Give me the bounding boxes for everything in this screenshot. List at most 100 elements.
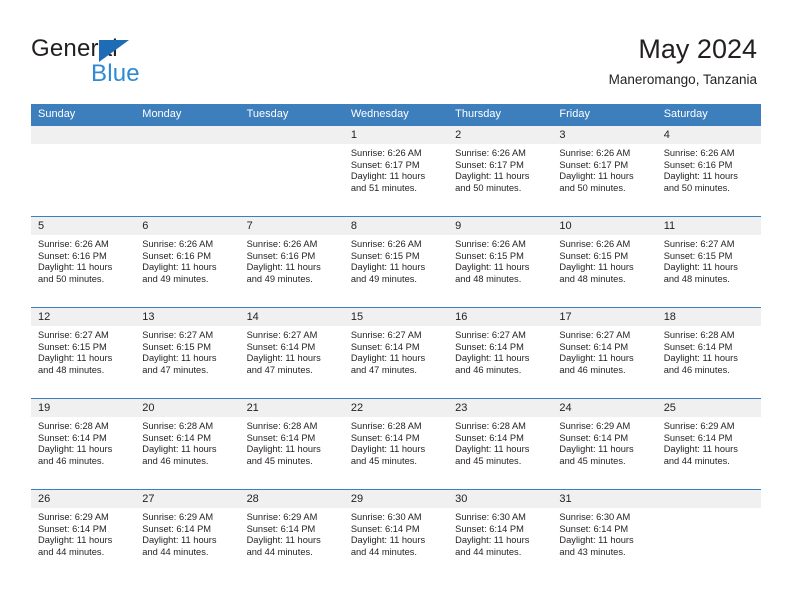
sunrise-line: Sunrise: 6:27 AM [38,330,109,340]
sunset-line: Sunset: 6:14 PM [350,432,420,443]
day-number[interactable]: 17 [552,308,656,326]
daylight-line-2: and 45 minutes. [246,455,313,466]
day-cell[interactable]: Sunrise: 6:29 AM Sunset: 6:14 PM Dayligh… [135,508,239,580]
day-cell[interactable]: Sunrise: 6:27 AM Sunset: 6:15 PM Dayligh… [135,326,239,398]
day-cell[interactable]: Sunrise: 6:27 AM Sunset: 6:14 PM Dayligh… [344,326,448,398]
day-number[interactable]: 31 [552,490,656,508]
day-number[interactable]: 12 [31,308,135,326]
day-cell[interactable]: Sunrise: 6:28 AM Sunset: 6:14 PM Dayligh… [657,326,761,398]
day-number[interactable]: 5 [31,217,135,235]
day-cell[interactable]: Sunrise: 6:26 AM Sunset: 6:15 PM Dayligh… [552,235,656,307]
sunset-line: Sunset: 6:14 PM [455,432,524,443]
day-cell[interactable]: Sunrise: 6:30 AM Sunset: 6:14 PM Dayligh… [552,508,656,580]
week-row: 12 13 14 15 16 17 18 Sunrise: 6:27 AM Su… [31,307,761,398]
sunset-line: Sunset: 6:14 PM [246,432,316,443]
day-number[interactable]: 27 [135,490,239,508]
day-number[interactable]: 8 [344,217,448,235]
daylight-line-2: and 44 minutes. [38,546,105,557]
day-number[interactable]: 1 [344,126,448,144]
day-cell[interactable]: Sunrise: 6:26 AM Sunset: 6:15 PM Dayligh… [448,235,552,307]
daylight-line-2: and 44 minutes. [350,546,417,557]
day-number[interactable]: 11 [657,217,761,235]
sunrise-line: Sunrise: 6:29 AM [142,512,214,522]
day-number[interactable]: 25 [657,399,761,417]
day-cell[interactable]: Sunrise: 6:28 AM Sunset: 6:14 PM Dayligh… [135,417,239,489]
day-cell[interactable]: Sunrise: 6:29 AM Sunset: 6:14 PM Dayligh… [552,417,656,489]
day-number[interactable]: 29 [344,490,448,508]
day-cell[interactable] [31,144,135,216]
day-cell[interactable]: Sunrise: 6:30 AM Sunset: 6:14 PM Dayligh… [448,508,552,580]
day-cell[interactable]: Sunrise: 6:26 AM Sunset: 6:16 PM Dayligh… [657,144,761,216]
day-cell[interactable] [240,144,344,216]
day-number[interactable]: 7 [240,217,344,235]
day-number[interactable]: 3 [552,126,656,144]
day-number[interactable]: 20 [135,399,239,417]
day-number[interactable]: 15 [344,308,448,326]
sunrise-line: Sunrise: 6:26 AM [559,239,631,249]
daylight-line-2: and 47 minutes. [142,364,209,375]
day-number[interactable]: 26 [31,490,135,508]
day-number[interactable]: 28 [240,490,344,508]
day-cell[interactable]: Sunrise: 6:27 AM Sunset: 6:15 PM Dayligh… [657,235,761,307]
day-cell[interactable]: Sunrise: 6:30 AM Sunset: 6:14 PM Dayligh… [344,508,448,580]
day-number[interactable]: 24 [552,399,656,417]
day-number[interactable] [657,490,761,508]
week-daynum-band: 1 2 3 4 [31,126,761,144]
daylight-line-2: and 48 minutes. [455,273,522,284]
day-cell[interactable]: Sunrise: 6:28 AM Sunset: 6:14 PM Dayligh… [240,417,344,489]
sunrise-line: Sunrise: 6:28 AM [350,421,422,431]
day-number[interactable]: 19 [31,399,135,417]
day-cell[interactable]: Sunrise: 6:26 AM Sunset: 6:17 PM Dayligh… [552,144,656,216]
daylight-line-2: and 50 minutes. [455,182,522,193]
day-number[interactable]: 30 [448,490,552,508]
day-number[interactable]: 9 [448,217,552,235]
sunset-line: Sunset: 6:14 PM [350,523,420,534]
daylight-line-2: and 51 minutes. [350,182,417,193]
day-number[interactable]: 21 [240,399,344,417]
day-cell[interactable]: Sunrise: 6:27 AM Sunset: 6:15 PM Dayligh… [31,326,135,398]
sunrise-line: Sunrise: 6:30 AM [350,512,422,522]
day-cell[interactable]: Sunrise: 6:28 AM Sunset: 6:14 PM Dayligh… [344,417,448,489]
day-cell[interactable]: Sunrise: 6:29 AM Sunset: 6:14 PM Dayligh… [240,508,344,580]
sunset-line: Sunset: 6:17 PM [559,159,629,170]
day-cell[interactable]: Sunrise: 6:26 AM Sunset: 6:17 PM Dayligh… [448,144,552,216]
day-cell[interactable]: Sunrise: 6:29 AM Sunset: 6:14 PM Dayligh… [657,417,761,489]
day-number[interactable]: 4 [657,126,761,144]
day-cell[interactable]: Sunrise: 6:28 AM Sunset: 6:14 PM Dayligh… [31,417,135,489]
brand-logo[interactable]: General Blue [31,36,261,92]
week-body: Sunrise: 6:27 AM Sunset: 6:15 PM Dayligh… [31,326,761,398]
daylight-line-2: and 44 minutes. [246,546,313,557]
day-cell[interactable]: Sunrise: 6:26 AM Sunset: 6:15 PM Dayligh… [344,235,448,307]
day-number[interactable]: 23 [448,399,552,417]
day-number[interactable]: 18 [657,308,761,326]
day-number[interactable] [240,126,344,144]
day-number[interactable]: 16 [448,308,552,326]
daylight-line-1: Daylight: 11 hours [455,262,530,273]
day-number[interactable]: 13 [135,308,239,326]
day-number[interactable]: 22 [344,399,448,417]
daylight-line-2: and 47 minutes. [350,364,417,375]
day-number[interactable]: 2 [448,126,552,144]
day-cell[interactable]: Sunrise: 6:27 AM Sunset: 6:14 PM Dayligh… [240,326,344,398]
day-number[interactable]: 10 [552,217,656,235]
day-cell[interactable]: Sunrise: 6:29 AM Sunset: 6:14 PM Dayligh… [31,508,135,580]
day-cell[interactable] [657,508,761,580]
day-cell[interactable] [135,144,239,216]
daylight-line-1: Daylight: 11 hours [663,444,738,455]
week-daynum-band: 26 27 28 29 30 31 [31,490,761,508]
day-cell[interactable]: Sunrise: 6:27 AM Sunset: 6:14 PM Dayligh… [448,326,552,398]
daylight-line-1: Daylight: 11 hours [350,262,426,273]
page-title: May 2024 [638,34,757,64]
day-number[interactable] [135,126,239,144]
day-number[interactable]: 14 [240,308,344,326]
sunset-line: Sunset: 6:15 PM [455,250,524,261]
day-cell[interactable]: Sunrise: 6:26 AM Sunset: 6:16 PM Dayligh… [135,235,239,307]
day-number[interactable] [31,126,135,144]
day-cell[interactable]: Sunrise: 6:26 AM Sunset: 6:17 PM Dayligh… [344,144,448,216]
day-cell[interactable]: Sunrise: 6:26 AM Sunset: 6:16 PM Dayligh… [31,235,135,307]
triangle-flag-icon [99,40,129,62]
day-cell[interactable]: Sunrise: 6:26 AM Sunset: 6:16 PM Dayligh… [240,235,344,307]
day-cell[interactable]: Sunrise: 6:27 AM Sunset: 6:14 PM Dayligh… [552,326,656,398]
day-number[interactable]: 6 [135,217,239,235]
day-cell[interactable]: Sunrise: 6:28 AM Sunset: 6:14 PM Dayligh… [448,417,552,489]
